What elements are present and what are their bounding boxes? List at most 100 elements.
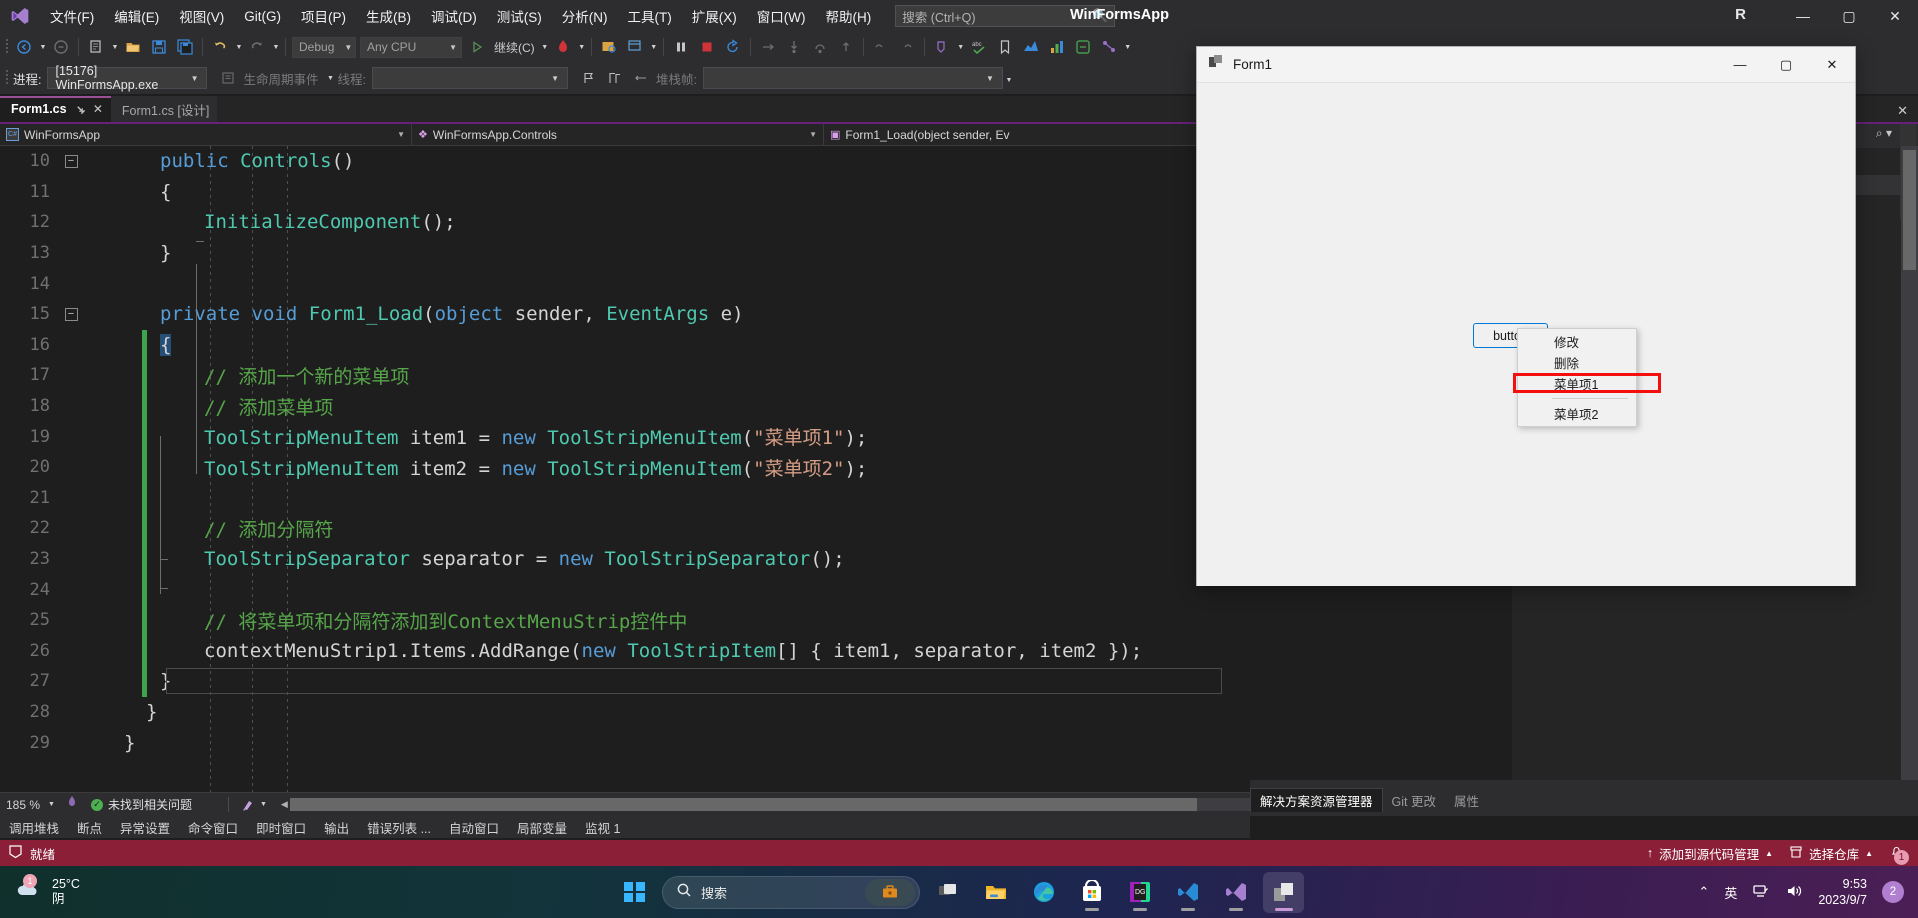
menu-extensions[interactable]: 扩展(X) (682, 2, 747, 30)
open-file-icon[interactable] (120, 35, 146, 59)
taskbar-clock[interactable]: 9:53 2023/9/7 (1818, 876, 1867, 908)
briefcase-icon[interactable] (865, 878, 915, 906)
panel-tab[interactable]: 输出 (315, 818, 358, 837)
form1-client-area[interactable]: button 修改 删除 菜单项1 菜单项2 (1197, 83, 1855, 586)
notifications-button[interactable]: 1 (1889, 844, 1909, 865)
undo-icon[interactable] (207, 35, 233, 59)
window-layout-icon[interactable] (622, 35, 648, 59)
winforms-app-icon[interactable] (1263, 871, 1304, 913)
menu-test[interactable]: 测试(S) (487, 2, 552, 30)
menu-build[interactable]: 生成(B) (356, 2, 421, 30)
step-out-icon[interactable] (833, 35, 859, 59)
code-line[interactable]: 15− private void Form1_Load(object sender… (0, 299, 1142, 330)
datagrip-icon[interactable]: DG (1119, 872, 1160, 913)
unflag-icon[interactable] (628, 66, 654, 90)
step-over-icon[interactable] (807, 35, 833, 59)
intellicode-icon[interactable] (1070, 35, 1096, 59)
hot-reload-icon[interactable] (550, 35, 576, 59)
fold-toggle-icon[interactable]: − (58, 307, 84, 321)
network-icon[interactable] (1752, 882, 1770, 903)
diagnostics-icon[interactable] (1018, 35, 1044, 59)
debug-toolbar-overflow[interactable]: ▼ (1003, 68, 1014, 92)
code-line[interactable]: 22 // 添加分隔符 (0, 513, 1142, 544)
redo-icon[interactable] (244, 35, 270, 59)
code-line[interactable]: 21 (0, 482, 1142, 514)
form1-minimize-button[interactable]: — (1717, 47, 1763, 83)
lifecycle-events-icon[interactable] (215, 66, 241, 90)
dock-tab[interactable]: Git 更改 (1383, 789, 1445, 812)
menu-debug[interactable]: 调试(D) (421, 2, 487, 30)
menu-edit[interactable]: 编辑(E) (104, 2, 169, 30)
dock-tab[interactable]: 属性 (1445, 789, 1488, 812)
code-line[interactable]: 13} (0, 238, 1142, 269)
menu-tools[interactable]: 工具(T) (618, 2, 682, 30)
add-to-source-control-button[interactable]: ↑ 添加到源代码管理 ▲ (1647, 844, 1773, 863)
close-group-icon[interactable]: ✕ (1897, 103, 1908, 119)
dock-tab[interactable]: 解决方案资源管理器 (1250, 788, 1383, 812)
tab-form1-cs[interactable]: Form1.cs ⇥ ✕ (0, 96, 111, 122)
menu-help[interactable]: 帮助(H) (815, 2, 881, 30)
hot-reload-dropdown[interactable]: ▼ (576, 35, 587, 59)
code-line[interactable]: 23 ToolStripSeparator separator = new Too… (0, 543, 1142, 575)
context-menu-item[interactable]: 菜单项2 (1518, 403, 1636, 424)
code-line[interactable]: 27} (0, 666, 1222, 697)
vscode-icon[interactable] (1167, 872, 1208, 913)
close-icon[interactable]: ✕ (93, 102, 103, 116)
pause-icon[interactable] (668, 35, 694, 59)
navigate-backward-icon[interactable] (11, 35, 37, 59)
undo-nav-icon[interactable] (868, 35, 894, 59)
menu-git[interactable]: Git(G) (234, 5, 291, 28)
stack-frame-select[interactable]: ▼ (702, 67, 1003, 89)
redo-dropdown[interactable]: ▼ (270, 35, 281, 59)
windows-start-icon[interactable] (614, 872, 655, 913)
file-explorer-icon[interactable] (975, 872, 1016, 913)
panel-tab[interactable]: 断点 (68, 818, 111, 837)
new-project-icon[interactable] (83, 35, 109, 59)
panel-tab[interactable]: 命令窗口 (179, 818, 247, 837)
context-menu-strip[interactable]: 修改 删除 菜单项1 菜单项2 (1517, 328, 1637, 427)
toolbox-icon[interactable] (596, 35, 622, 59)
comment-icon[interactable] (929, 35, 955, 59)
breadcrumb-type-select[interactable]: ❖ WinFormsApp.Controls ▼ (412, 123, 824, 146)
panel-tab[interactable]: 调用堆栈 (0, 818, 68, 837)
visual-studio-icon[interactable] (1215, 872, 1256, 913)
spellcheck-icon[interactable]: abc (966, 35, 992, 59)
form1-close-button[interactable]: ✕ (1809, 47, 1855, 83)
minimize-button[interactable]: — (1780, 0, 1826, 32)
panel-tab[interactable]: 即时窗口 (247, 818, 315, 837)
account-avatar[interactable]: R (1735, 6, 1746, 23)
ime-language-indicator[interactable]: 英 (1724, 883, 1737, 902)
code-line[interactable]: 10− public Controls() (0, 146, 1142, 177)
save-icon[interactable] (146, 35, 172, 59)
step-into-icon[interactable] (781, 35, 807, 59)
menu-window[interactable]: 窗口(W) (747, 2, 816, 30)
flag-icon[interactable] (576, 66, 602, 90)
volume-icon[interactable] (1785, 882, 1803, 903)
menu-analyze[interactable]: 分析(N) (552, 2, 618, 30)
lifecycle-events-label[interactable]: 生命周期事件 (241, 69, 324, 88)
form1-window[interactable]: Form1 — ▢ ✕ button 修改 删除 菜单项1 菜单项2 (1196, 46, 1856, 586)
search-icon[interactable]: ⌕ ▾ (1876, 126, 1892, 141)
process-select[interactable]: [15176] WinFormsApp.exe ▼ (47, 64, 208, 92)
scrollbar-thumb[interactable] (1903, 150, 1916, 270)
navigate-backward-dropdown[interactable]: ▼ (37, 35, 48, 59)
select-repository-button[interactable]: 选择仓库 ▲ (1789, 844, 1873, 863)
panel-tab[interactable]: 错误列表 ... (358, 818, 440, 837)
show-next-statement-icon[interactable] (755, 35, 781, 59)
issues-indicator[interactable]: ✓ 未找到相关问题 (90, 796, 192, 813)
debug-toolbar-grip[interactable] (4, 68, 11, 88)
continue-label[interactable]: 继续(C) (490, 39, 539, 56)
scrollbar-thumb[interactable] (289, 798, 1197, 811)
panel-tab[interactable]: 自动窗口 (440, 818, 508, 837)
code-line[interactable]: 28} (0, 697, 1142, 728)
code-line[interactable]: 18 // 添加菜单项 (0, 390, 1142, 422)
toolbar-grip[interactable] (4, 37, 11, 57)
undo-dropdown[interactable]: ▼ (233, 35, 244, 59)
code-line[interactable]: 16 { (0, 329, 1142, 361)
code-line[interactable]: 14 (0, 268, 1142, 299)
window-layout-dropdown[interactable]: ▼ (648, 35, 659, 59)
panel-tab[interactable]: 异常设置 (111, 818, 179, 837)
code-line[interactable]: 17 // 添加一个新的菜单项 (0, 360, 1142, 391)
context-menu-item[interactable]: 删除 (1518, 352, 1636, 373)
more-toolbar-options[interactable]: ▼ (1122, 35, 1133, 59)
